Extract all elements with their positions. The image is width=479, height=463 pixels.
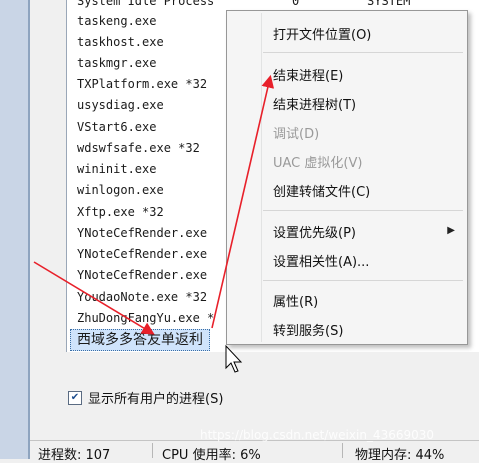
table-row[interactable]: taskhost.exe [77,32,164,53]
menu-item-properties[interactable]: 属性(R) [273,291,318,310]
table-row[interactable]: YNoteCefRender.exe [77,265,207,286]
context-menu: 打开文件位置(O) 结束进程(E) 结束进程树(T) 调试(D) UAC 虚拟化… [226,10,468,345]
table-row[interactable]: ZhuDongFangYu.exe * [77,308,214,329]
table-row[interactable]: YNoteCefRender.exe [77,223,207,244]
status-bar: 进程数: 107 CPU 使用率: 6% 物理内存: 44% [30,440,479,463]
menu-separator [263,52,463,53]
triangle-right-icon: ▶ [447,225,455,236]
menu-item-create-dump-file[interactable]: 创建转储文件(C) [273,181,370,200]
menu-item-end-process-tree[interactable]: 结束进程树(T) [273,94,356,113]
table-row[interactable]: usysdiag.exe [77,95,164,116]
show-all-users-checkbox[interactable]: ✔ 显示所有用户的进程(S) [68,388,223,407]
menu-item-uac-virtualization: UAC 虚拟化(V) [273,156,363,171]
table-row[interactable]: winlogon.exe [77,180,164,201]
menu-separator [263,280,463,281]
watermark: https://blog.csdn.net/weixin_43669030 [200,428,435,442]
table-row[interactable]: taskeng.exe [77,11,156,32]
table-row[interactable]: Xftp.exe *32 [77,202,164,223]
menu-item-go-to-service[interactable]: 转到服务(S) [273,320,343,339]
memory-usage: 物理内存: 44% [355,448,445,463]
menu-item-set-priority[interactable]: 设置优先级(P) [273,222,356,241]
table-row[interactable]: wininit.exe [77,159,156,180]
process-count: 进程数: 107 [38,448,111,463]
table-row[interactable]: wdswfsafe.exe *32 [77,138,200,159]
menu-gutter [261,13,262,342]
show-all-users-label: 显示所有用户的进程(S) [88,392,224,407]
selected-process-row[interactable]: 西域多多答友单返利 [70,329,210,351]
checkmark-icon[interactable]: ✔ [68,390,82,405]
window-frame-left [0,0,30,459]
menu-item-debug: 调试(D) [273,127,320,142]
table-row[interactable]: YoudaoNote.exe *32 [77,287,207,308]
menu-item-open-file-location[interactable]: 打开文件位置(O) [273,24,371,43]
table-row[interactable]: VStart6.exe [77,117,156,138]
menu-item-set-affinity[interactable]: 设置相关性(A)... [273,251,369,270]
menu-separator [263,210,463,211]
table-row[interactable]: TXPlatform.exe *32 [77,74,207,95]
table-row[interactable]: YNoteCefRender.exe [77,244,207,265]
cpu-usage: CPU 使用率: 6% [162,448,261,463]
menu-item-end-process[interactable]: 结束进程(E) [273,65,343,84]
table-row[interactable]: taskmgr.exe [77,53,156,74]
